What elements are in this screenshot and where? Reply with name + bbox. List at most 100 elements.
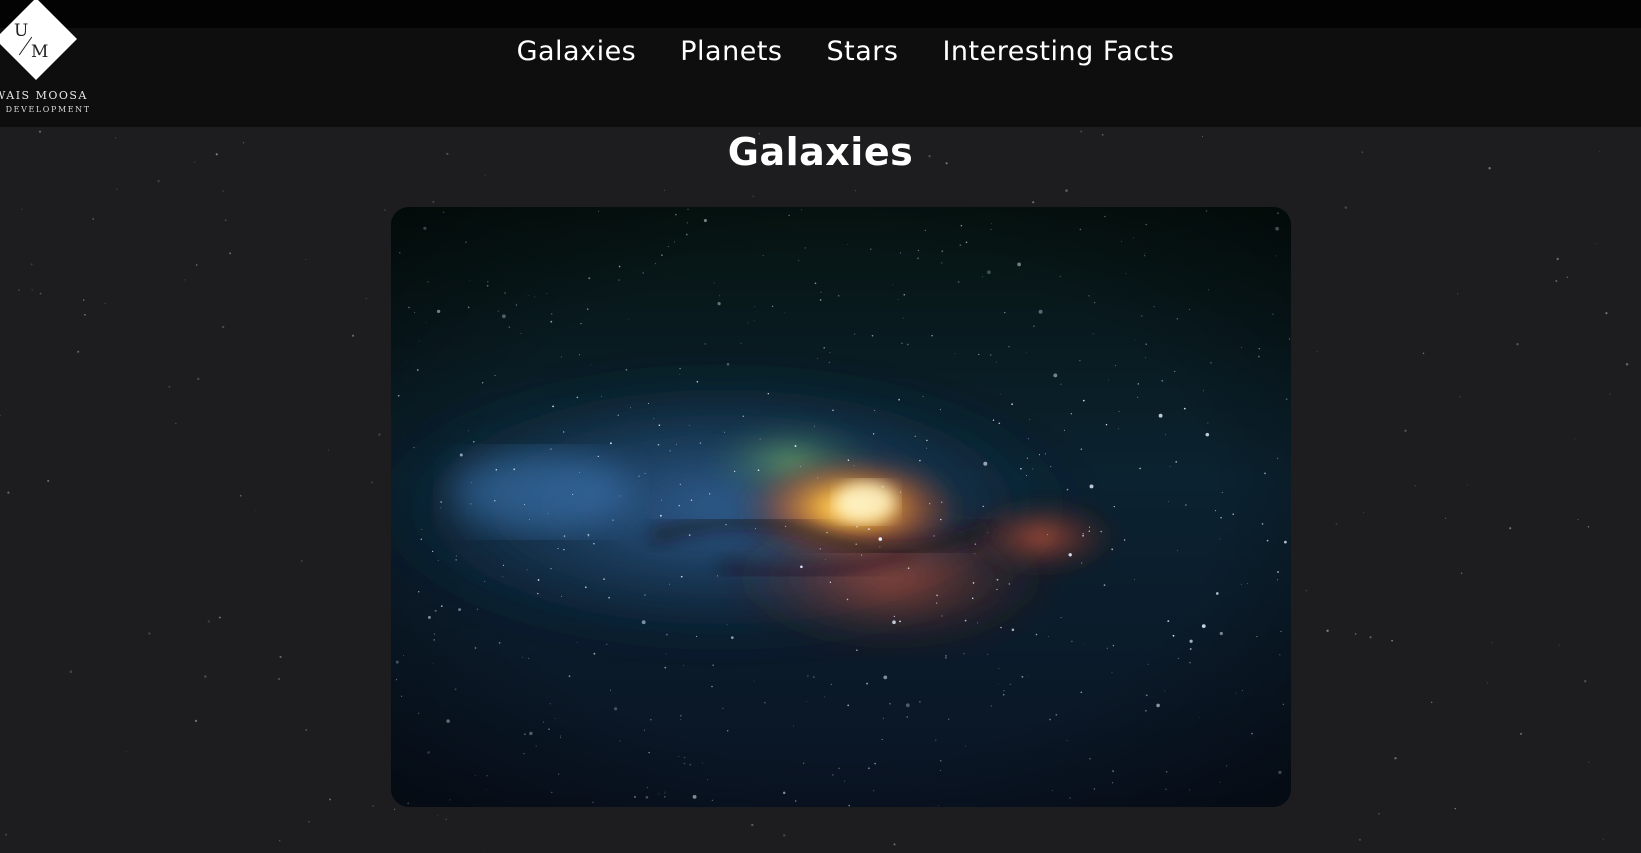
background-star [1558,644,1560,646]
background-star [218,616,221,619]
background-star [663,189,666,192]
background-star [782,834,786,837]
background-star [1491,641,1493,644]
page-title: Galaxies [727,130,914,174]
background-star [157,179,160,183]
background-star [1305,590,1307,592]
background-star [148,632,151,635]
background-star [305,729,308,731]
background-star [21,208,23,210]
background-star [1486,682,1488,684]
background-star [1454,807,1457,810]
background-star [18,289,21,292]
background-star [1609,393,1611,395]
background-star [1445,517,1447,519]
background-star [445,818,448,821]
galaxy-artwork [391,207,1291,807]
nav-link-stars[interactable]: Stars [826,36,898,67]
background-star [204,675,207,678]
background-star [752,195,754,197]
background-star [1574,438,1575,440]
background-star [437,815,439,817]
background-star [1362,512,1364,513]
page: U M WAIS MOOSA B DEVELOPMENT Galaxies Pl… [0,0,1641,853]
background-star [327,449,330,451]
background-star [1404,429,1407,432]
background-star [195,264,198,266]
background-star [1516,343,1519,346]
background-star [1326,629,1329,633]
background-star [1509,527,1512,530]
background-star [239,494,242,497]
background-star [384,209,386,211]
background-star [365,298,367,300]
background-star [184,279,186,281]
background-star [116,188,118,190]
background-star [1065,189,1068,192]
background-star [751,823,754,827]
background-star [1460,572,1463,574]
background-star [1555,279,1558,283]
background-star [84,313,86,316]
background-star [372,805,374,807]
background-star [1457,293,1459,295]
background-star [1394,757,1397,760]
background-star [5,833,8,836]
background-star [222,325,225,329]
background-star [39,292,42,295]
background-star [1316,351,1318,352]
background-star [1595,243,1597,245]
background-star [1587,525,1590,528]
nav-link-planets[interactable]: Planets [680,36,782,67]
background-star [1577,518,1579,521]
background-star [1588,761,1590,763]
background-star [168,385,171,388]
background-star [1032,201,1035,204]
background-star [30,263,33,266]
main-nav: Galaxies Planets Stars Interesting Facts [0,36,1641,67]
background-star [1378,812,1380,815]
background-star [1583,680,1587,683]
background-star [1519,732,1523,735]
background-star [1358,838,1361,841]
background-star [371,481,373,484]
background-star [1414,485,1416,487]
background-star [278,678,280,680]
background-star [1391,639,1394,642]
background-star [329,798,332,801]
background-star [1344,206,1348,209]
background-star [196,377,200,381]
background-star [47,479,50,482]
background-star [432,200,435,203]
background-star [301,560,303,562]
background-star [222,190,225,192]
background-star [305,258,307,260]
background-star [207,620,210,623]
background-star [1605,312,1608,315]
background-star [1602,838,1605,840]
background-star [82,299,85,301]
background-star [1625,363,1629,366]
background-star [69,670,73,673]
background-star [126,751,128,753]
nav-link-galaxies[interactable]: Galaxies [517,36,637,67]
background-star [279,655,282,658]
background-star [1459,396,1461,398]
background-star [308,821,310,823]
background-star [7,491,10,494]
background-star [224,219,227,222]
background-star [352,334,355,337]
background-star [484,174,486,176]
background-star [1335,523,1338,525]
logo-tagline: B DEVELOPMENT [0,105,91,114]
background-star [254,509,256,511]
background-star [104,302,106,305]
background-star [1566,276,1569,278]
background-star [482,851,484,853]
background-star [229,252,232,255]
background-star [1422,352,1425,355]
logo-name: WAIS MOOSA [0,89,88,102]
background-star [0,414,2,417]
nav-link-interesting-facts[interactable]: Interesting Facts [942,36,1174,67]
background-star [1369,636,1372,639]
